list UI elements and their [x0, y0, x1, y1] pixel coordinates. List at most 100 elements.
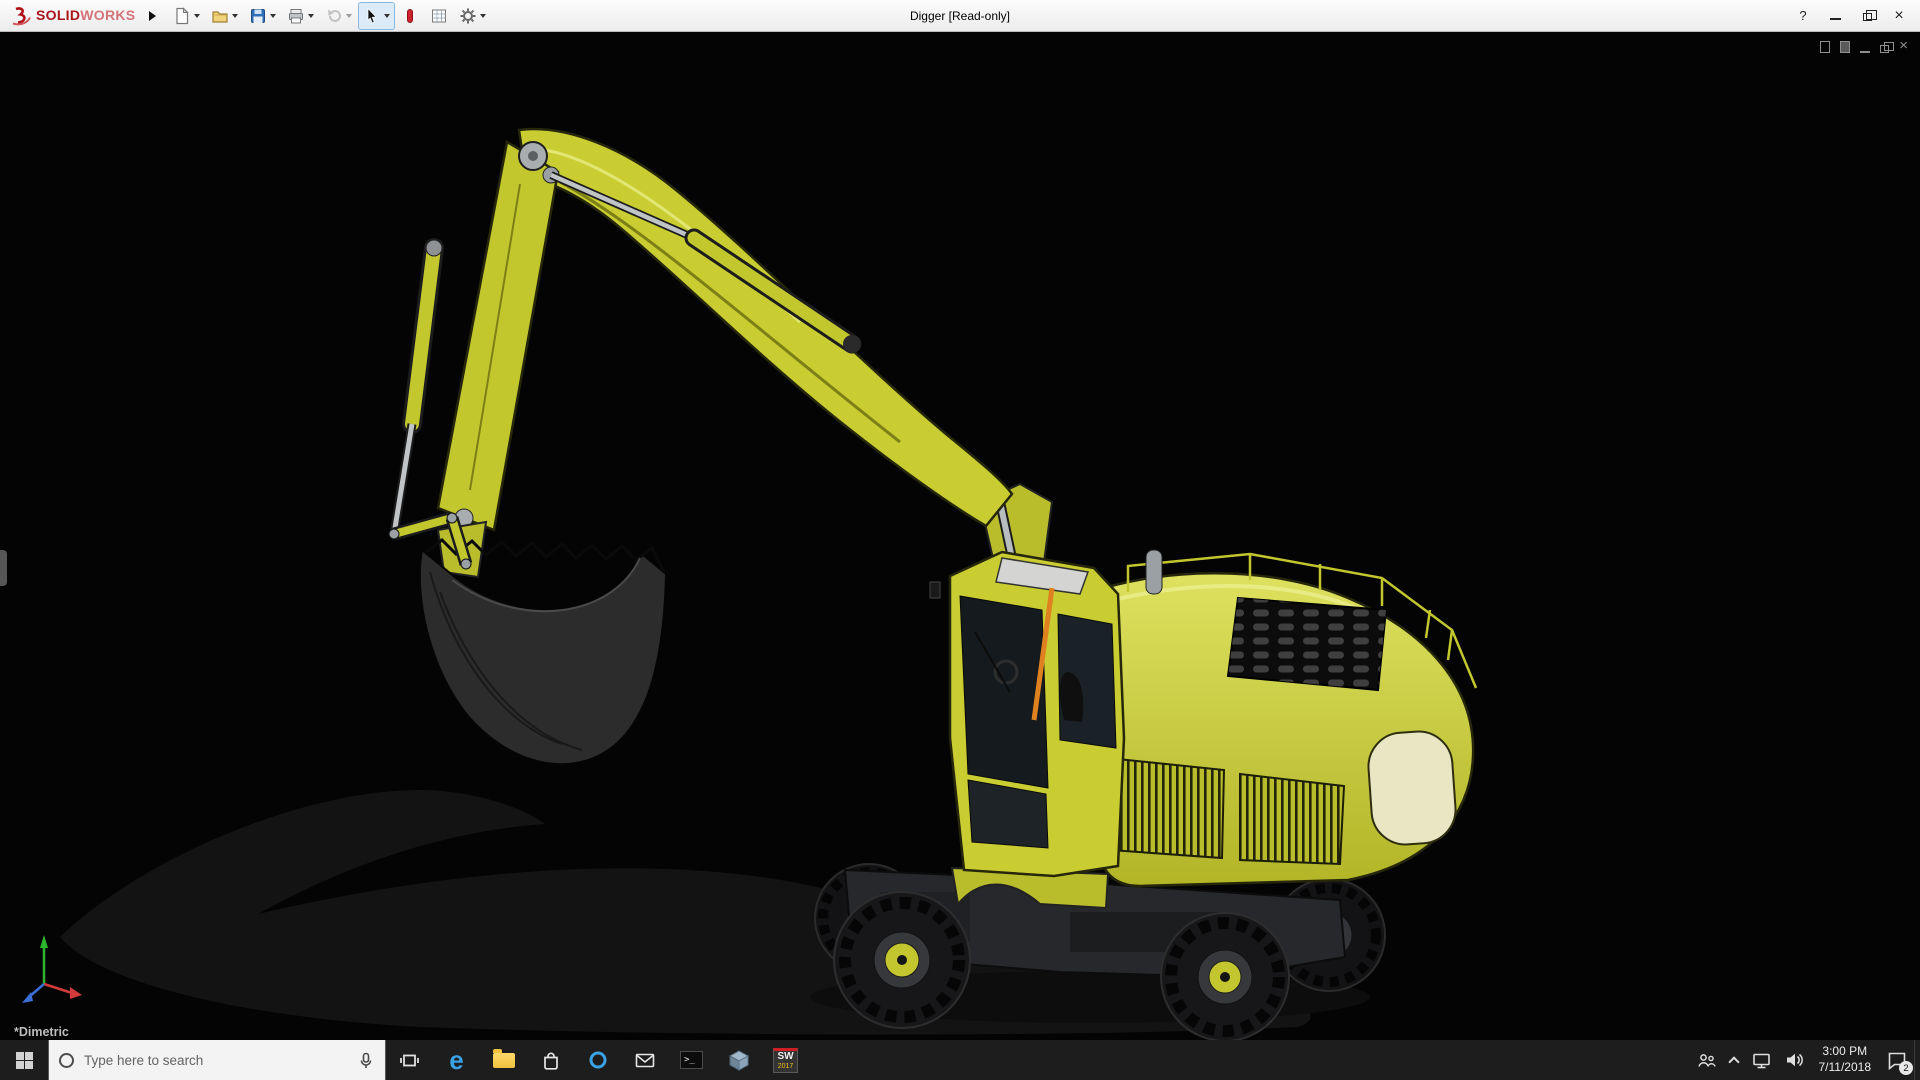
open-document-button[interactable]	[207, 3, 242, 29]
open-folder-icon	[211, 7, 229, 25]
help-button[interactable]: ?	[1788, 4, 1818, 28]
windows-logo-icon	[16, 1052, 33, 1069]
dropdown-caret[interactable]	[270, 14, 276, 18]
right-triangle-icon	[149, 11, 156, 21]
save-icon	[249, 7, 267, 25]
sheet-grid-icon	[430, 7, 448, 25]
folder-icon	[493, 1053, 515, 1068]
options-button[interactable]	[455, 3, 490, 29]
close-icon: ×	[1894, 8, 1903, 24]
edge-button[interactable]: e	[433, 1040, 480, 1080]
file-explorer-button[interactable]	[480, 1040, 527, 1080]
bucket[interactable]	[420, 522, 666, 764]
dropdown-caret[interactable]	[346, 14, 352, 18]
cortana-ring-icon	[59, 1053, 74, 1068]
restore-icon	[1863, 13, 1872, 21]
gear-icon	[459, 7, 477, 25]
exhaust	[1146, 550, 1162, 594]
document-minimize-button[interactable]	[1860, 39, 1870, 53]
title-bar: SOLIDWORKS	[0, 0, 1920, 32]
document-icon	[1820, 41, 1830, 53]
people-button[interactable]	[1690, 1040, 1723, 1080]
store-button[interactable]	[527, 1040, 574, 1080]
mail-envelope-icon	[635, 1052, 655, 1069]
dropdown-caret[interactable]	[194, 14, 200, 18]
blue-ring-icon	[588, 1050, 608, 1070]
command-prompt-icon: >_	[680, 1051, 703, 1069]
brand-solid: SOLID	[36, 7, 80, 23]
restore-icon	[1880, 45, 1889, 53]
windows-taskbar: Type here to search e	[0, 1040, 1920, 1080]
help-glyph: ?	[1799, 8, 1806, 23]
standard-toolbar	[169, 3, 490, 29]
document-close-button[interactable]: ×	[1899, 39, 1908, 53]
clock[interactable]: 3:00 PM 7/11/2018	[1810, 1040, 1881, 1080]
tray-date: 7/11/2018	[1819, 1060, 1872, 1076]
brand-works: WORKS	[80, 7, 135, 23]
microphone-icon[interactable]	[357, 1052, 375, 1069]
undo-icon	[325, 7, 343, 25]
document-restore-button[interactable]	[1880, 39, 1889, 53]
save-button[interactable]	[245, 3, 280, 29]
toolbar-expand-arrow[interactable]	[143, 4, 161, 28]
instant-toggle-button[interactable]	[397, 3, 423, 29]
mirror	[930, 582, 940, 598]
tray-time: 3:00 PM	[1822, 1044, 1867, 1060]
graphics-area[interactable]: × *Dimetric	[0, 32, 1920, 1040]
excavator-model-view[interactable]	[0, 32, 1920, 1040]
minimize-icon	[1860, 50, 1870, 53]
restore-button[interactable]	[1852, 4, 1882, 28]
window-controls: ? ×	[1788, 4, 1914, 28]
ds-logo-icon	[10, 6, 32, 26]
red-pill-icon	[401, 7, 419, 25]
action-center-button[interactable]: 2	[1880, 1040, 1914, 1080]
panel-collapse-handle[interactable]	[0, 550, 7, 586]
print-button[interactable]	[283, 3, 318, 29]
close-button[interactable]: ×	[1884, 4, 1914, 28]
select-cursor-icon	[363, 7, 381, 25]
dropdown-caret[interactable]	[384, 14, 390, 18]
start-button[interactable]	[0, 1040, 48, 1080]
network-button[interactable]	[1745, 1040, 1778, 1080]
store-bag-icon	[541, 1050, 561, 1071]
task-view-button[interactable]	[386, 1040, 433, 1080]
mail-button[interactable]	[621, 1040, 668, 1080]
volume-button[interactable]	[1778, 1040, 1810, 1080]
document-icon	[1840, 41, 1850, 53]
new-window-button[interactable]	[1820, 39, 1830, 53]
taskbar-search[interactable]: Type here to search	[48, 1040, 386, 1080]
view-orientation-label: *Dimetric	[14, 1025, 69, 1039]
command-prompt-button[interactable]: >_	[668, 1040, 715, 1080]
rear-near-wheel[interactable]	[1161, 913, 1289, 1040]
window-layout-button[interactable]	[1840, 39, 1850, 53]
brand-text: SOLIDWORKS	[36, 7, 135, 25]
boom-arm[interactable]	[438, 129, 1052, 580]
select-button[interactable]	[359, 3, 394, 29]
dropdown-caret[interactable]	[232, 14, 238, 18]
solidworks-2017-button[interactable]: SW 2017	[762, 1040, 809, 1080]
composer-button[interactable]	[715, 1040, 762, 1080]
undo-button[interactable]	[321, 3, 356, 29]
people-icon	[1697, 1053, 1716, 1068]
show-hidden-icons-button[interactable]	[1723, 1040, 1745, 1080]
window-title: Digger [Read-only]	[910, 9, 1010, 23]
show-desktop-button[interactable]	[1914, 1040, 1920, 1080]
cube-icon	[728, 1049, 750, 1071]
new-document-button[interactable]	[169, 3, 204, 29]
close-icon: ×	[1899, 39, 1908, 53]
solidworks-logo: SOLIDWORKS	[6, 6, 139, 26]
circle-app-button[interactable]	[574, 1040, 621, 1080]
document-window-controls: ×	[1820, 39, 1908, 53]
minimize-button[interactable]	[1820, 4, 1850, 28]
minimize-icon	[1830, 18, 1841, 20]
rear-panel	[1366, 729, 1458, 847]
front-near-wheel[interactable]	[834, 892, 970, 1028]
solidworks-2017-icon: SW 2017	[773, 1048, 798, 1073]
notification-badge: 2	[1899, 1061, 1913, 1075]
speaker-icon	[1785, 1052, 1803, 1068]
dropdown-caret[interactable]	[480, 14, 486, 18]
edge-icon: e	[449, 1047, 463, 1073]
dropdown-caret[interactable]	[308, 14, 314, 18]
system-tray: 3:00 PM 7/11/2018 2	[1690, 1040, 1920, 1080]
sheet-format-button[interactable]	[426, 3, 452, 29]
